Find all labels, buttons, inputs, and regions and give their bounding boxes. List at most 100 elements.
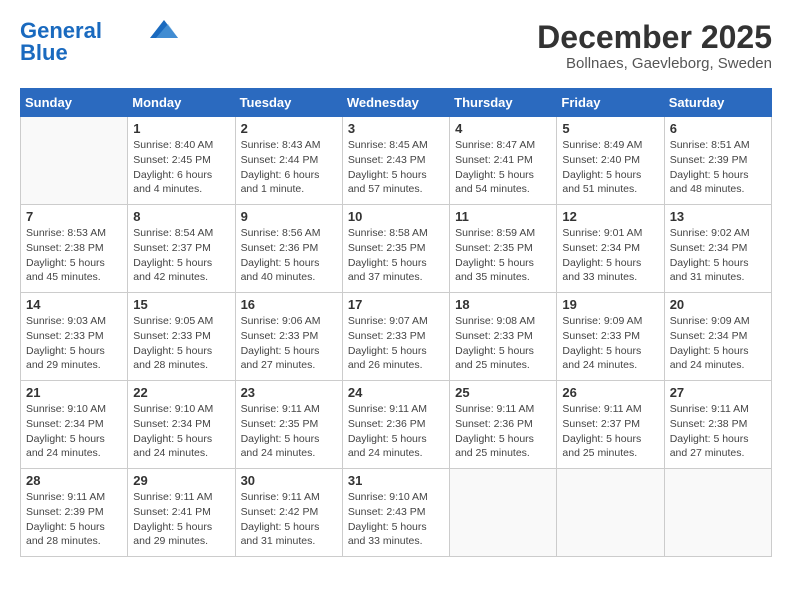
day-number: 28 bbox=[26, 473, 122, 488]
day-detail: Sunrise: 9:10 AM Sunset: 2:34 PM Dayligh… bbox=[133, 403, 213, 459]
day-detail: Sunrise: 8:45 AM Sunset: 2:43 PM Dayligh… bbox=[348, 139, 428, 195]
day-detail: Sunrise: 8:40 AM Sunset: 2:45 PM Dayligh… bbox=[133, 139, 213, 195]
calendar-cell: 9Sunrise: 8:56 AM Sunset: 2:36 PM Daylig… bbox=[235, 205, 342, 293]
week-row-4: 21 Sunrise: 9:10 AM Sunset: 2:34 PM Dayli… bbox=[21, 381, 772, 469]
calendar-cell: 22 Sunrise: 9:10 AM Sunset: 2:34 PM Dayli… bbox=[128, 381, 235, 469]
day-number: 8 bbox=[133, 209, 229, 224]
logo-text: General bbox=[20, 20, 102, 42]
calendar-cell: 2Sunrise: 8:43 AM Sunset: 2:44 PM Daylig… bbox=[235, 117, 342, 205]
day-number: 21 bbox=[26, 385, 122, 400]
day-detail: Sunrise: 9:06 AM Sunset: 2:33 PM Dayligh… bbox=[241, 315, 321, 371]
calendar-table: SundayMondayTuesdayWednesdayThursdayFrid… bbox=[20, 88, 772, 557]
day-number: 30 bbox=[241, 473, 337, 488]
week-row-3: 14Sunrise: 9:03 AM Sunset: 2:33 PM Dayli… bbox=[21, 293, 772, 381]
day-number: 24 bbox=[348, 385, 444, 400]
calendar-cell: 24 Sunrise: 9:11 AM Sunset: 2:36 PM Dayli… bbox=[342, 381, 449, 469]
day-number: 13 bbox=[670, 209, 766, 224]
day-detail: Sunrise: 8:51 AM Sunset: 2:39 PM Dayligh… bbox=[670, 139, 750, 195]
day-detail: Sunrise: 9:11 AM Sunset: 2:41 PM Dayligh… bbox=[133, 491, 212, 547]
calendar-cell: 6 Sunrise: 8:51 AM Sunset: 2:39 PM Daylig… bbox=[664, 117, 771, 205]
calendar-cell: 18 Sunrise: 9:08 AM Sunset: 2:33 PM Dayli… bbox=[450, 293, 557, 381]
calendar-cell bbox=[21, 117, 128, 205]
calendar-cell: 26Sunrise: 9:11 AM Sunset: 2:37 PM Dayli… bbox=[557, 381, 664, 469]
header-day-saturday: Saturday bbox=[664, 89, 771, 117]
day-number: 18 bbox=[455, 297, 551, 312]
day-number: 4 bbox=[455, 121, 551, 136]
day-number: 17 bbox=[348, 297, 444, 312]
day-number: 7 bbox=[26, 209, 122, 224]
day-detail: Sunrise: 8:43 AM Sunset: 2:44 PM Dayligh… bbox=[241, 139, 321, 195]
calendar-cell: 11 Sunrise: 8:59 AM Sunset: 2:35 PM Dayli… bbox=[450, 205, 557, 293]
calendar-cell: 17 Sunrise: 9:07 AM Sunset: 2:33 PM Dayli… bbox=[342, 293, 449, 381]
title-block: December 2025 Bollnaes, Gaevleborg, Swed… bbox=[537, 20, 772, 72]
day-detail: Sunrise: 8:53 AM Sunset: 2:38 PM Dayligh… bbox=[26, 227, 106, 283]
header-day-sunday: Sunday bbox=[21, 89, 128, 117]
day-number: 15 bbox=[133, 297, 229, 312]
day-detail: Sunrise: 8:47 AM Sunset: 2:41 PM Dayligh… bbox=[455, 139, 535, 195]
calendar-cell: 25 Sunrise: 9:11 AM Sunset: 2:36 PM Dayli… bbox=[450, 381, 557, 469]
calendar-cell bbox=[664, 469, 771, 557]
day-detail: Sunrise: 9:08 AM Sunset: 2:33 PM Dayligh… bbox=[455, 315, 535, 371]
day-detail: Sunrise: 9:01 AM Sunset: 2:34 PM Dayligh… bbox=[562, 227, 642, 283]
day-detail: Sunrise: 9:05 AM Sunset: 2:33 PM Dayligh… bbox=[133, 315, 213, 371]
day-number: 27 bbox=[670, 385, 766, 400]
day-number: 29 bbox=[133, 473, 229, 488]
week-row-1: 1 Sunrise: 8:40 AM Sunset: 2:45 PM Daylig… bbox=[21, 117, 772, 205]
calendar-cell bbox=[557, 469, 664, 557]
day-number: 25 bbox=[455, 385, 551, 400]
day-number: 26 bbox=[562, 385, 658, 400]
day-number: 31 bbox=[348, 473, 444, 488]
day-number: 11 bbox=[455, 209, 551, 224]
page-header: General Blue December 2025 Bollnaes, Gae… bbox=[20, 20, 772, 72]
day-detail: Sunrise: 8:59 AM Sunset: 2:35 PM Dayligh… bbox=[455, 227, 535, 283]
day-number: 16 bbox=[241, 297, 337, 312]
header-day-tuesday: Tuesday bbox=[235, 89, 342, 117]
day-number: 10 bbox=[348, 209, 444, 224]
day-detail: Sunrise: 9:11 AM Sunset: 2:35 PM Dayligh… bbox=[241, 403, 320, 459]
day-detail: Sunrise: 8:49 AM Sunset: 2:40 PM Dayligh… bbox=[562, 139, 642, 195]
calendar-cell: 31Sunrise: 9:10 AM Sunset: 2:43 PM Dayli… bbox=[342, 469, 449, 557]
day-number: 19 bbox=[562, 297, 658, 312]
calendar-cell: 30 Sunrise: 9:11 AM Sunset: 2:42 PM Dayli… bbox=[235, 469, 342, 557]
logo-blue-text: Blue bbox=[20, 42, 68, 64]
calendar-cell: 28 Sunrise: 9:11 AM Sunset: 2:39 PM Dayli… bbox=[21, 469, 128, 557]
day-number: 5 bbox=[562, 121, 658, 136]
day-detail: Sunrise: 9:11 AM Sunset: 2:42 PM Dayligh… bbox=[241, 491, 320, 547]
calendar-cell: 23 Sunrise: 9:11 AM Sunset: 2:35 PM Dayli… bbox=[235, 381, 342, 469]
days-header-row: SundayMondayTuesdayWednesdayThursdayFrid… bbox=[21, 89, 772, 117]
day-number: 1 bbox=[133, 121, 229, 136]
calendar-cell: 21 Sunrise: 9:10 AM Sunset: 2:34 PM Dayli… bbox=[21, 381, 128, 469]
day-number: 14 bbox=[26, 297, 122, 312]
calendar-cell: 19 Sunrise: 9:09 AM Sunset: 2:33 PM Dayli… bbox=[557, 293, 664, 381]
calendar-cell: 4 Sunrise: 8:47 AM Sunset: 2:41 PM Daylig… bbox=[450, 117, 557, 205]
day-detail: Sunrise: 8:56 AM Sunset: 2:36 PM Dayligh… bbox=[241, 227, 321, 283]
week-row-5: 28 Sunrise: 9:11 AM Sunset: 2:39 PM Dayli… bbox=[21, 469, 772, 557]
day-number: 6 bbox=[670, 121, 766, 136]
calendar-cell: 20 Sunrise: 9:09 AM Sunset: 2:34 PM Dayli… bbox=[664, 293, 771, 381]
day-detail: Sunrise: 8:54 AM Sunset: 2:37 PM Dayligh… bbox=[133, 227, 213, 283]
calendar-cell: 7 Sunrise: 8:53 AM Sunset: 2:38 PM Daylig… bbox=[21, 205, 128, 293]
calendar-cell: 1 Sunrise: 8:40 AM Sunset: 2:45 PM Daylig… bbox=[128, 117, 235, 205]
day-number: 22 bbox=[133, 385, 229, 400]
calendar-cell: 15 Sunrise: 9:05 AM Sunset: 2:33 PM Dayli… bbox=[128, 293, 235, 381]
day-number: 23 bbox=[241, 385, 337, 400]
day-detail: Sunrise: 9:11 AM Sunset: 2:39 PM Dayligh… bbox=[26, 491, 105, 547]
calendar-cell: 3 Sunrise: 8:45 AM Sunset: 2:43 PM Daylig… bbox=[342, 117, 449, 205]
day-detail: Sunrise: 9:07 AM Sunset: 2:33 PM Dayligh… bbox=[348, 315, 428, 371]
calendar-cell: 10Sunrise: 8:58 AM Sunset: 2:35 PM Dayli… bbox=[342, 205, 449, 293]
calendar-cell: 14Sunrise: 9:03 AM Sunset: 2:33 PM Dayli… bbox=[21, 293, 128, 381]
day-detail: Sunrise: 9:09 AM Sunset: 2:33 PM Dayligh… bbox=[562, 315, 642, 371]
day-detail: Sunrise: 9:11 AM Sunset: 2:38 PM Dayligh… bbox=[670, 403, 749, 459]
day-detail: Sunrise: 9:11 AM Sunset: 2:36 PM Dayligh… bbox=[348, 403, 427, 459]
week-row-2: 7 Sunrise: 8:53 AM Sunset: 2:38 PM Daylig… bbox=[21, 205, 772, 293]
day-detail: Sunrise: 9:10 AM Sunset: 2:34 PM Dayligh… bbox=[26, 403, 106, 459]
day-detail: Sunrise: 9:09 AM Sunset: 2:34 PM Dayligh… bbox=[670, 315, 750, 371]
location-subtitle: Bollnaes, Gaevleborg, Sweden bbox=[537, 55, 772, 72]
day-detail: Sunrise: 9:11 AM Sunset: 2:36 PM Dayligh… bbox=[455, 403, 534, 459]
calendar-cell bbox=[450, 469, 557, 557]
calendar-cell: 5 Sunrise: 8:49 AM Sunset: 2:40 PM Daylig… bbox=[557, 117, 664, 205]
day-number: 20 bbox=[670, 297, 766, 312]
calendar-cell: 16 Sunrise: 9:06 AM Sunset: 2:33 PM Dayli… bbox=[235, 293, 342, 381]
calendar-cell: 8 Sunrise: 8:54 AM Sunset: 2:37 PM Daylig… bbox=[128, 205, 235, 293]
day-number: 3 bbox=[348, 121, 444, 136]
